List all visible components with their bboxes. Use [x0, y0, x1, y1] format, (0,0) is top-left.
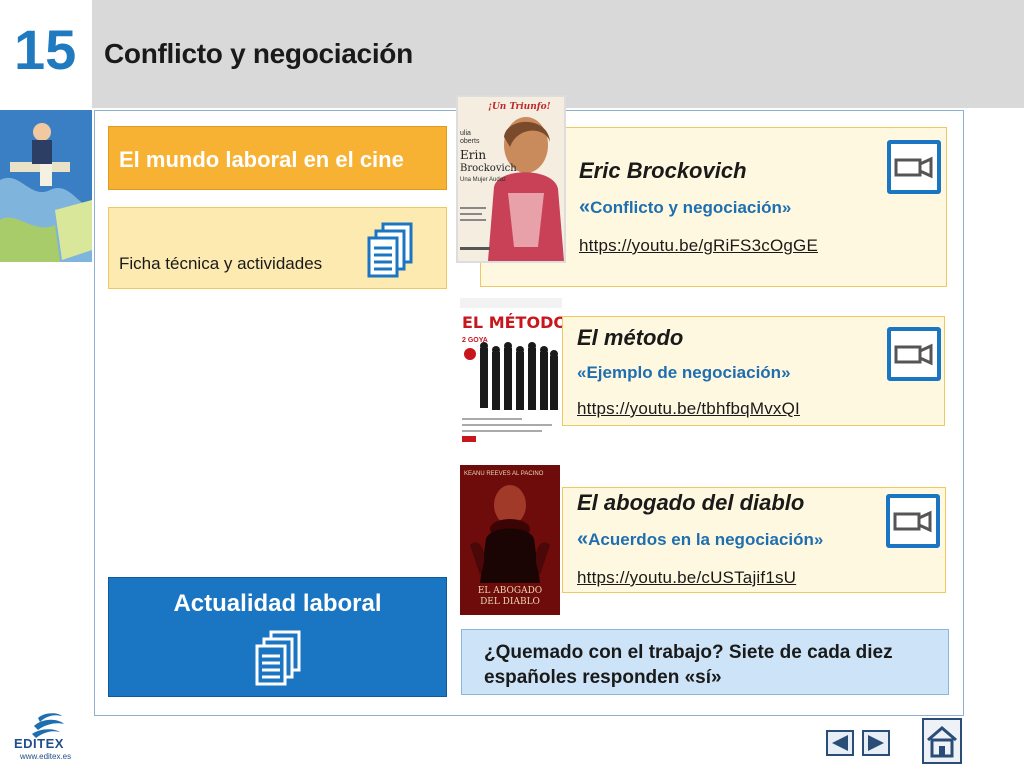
svg-text:¡Un Triunfo!: ¡Un Triunfo!: [488, 102, 551, 112]
actualidad-label: Actualidad laboral: [173, 590, 382, 617]
film-link[interactable]: https://youtu.be/cUSTajif1sU: [577, 568, 796, 588]
unit-number: 15: [14, 18, 77, 81]
video-camera-icon[interactable]: [887, 140, 941, 194]
film-subtitle: «Conflicto y negociación»: [579, 196, 792, 218]
svg-text:KEANU REEVES AL PACINO: KEANU REEVES AL PACINO: [464, 471, 544, 477]
video-camera-icon[interactable]: [887, 327, 941, 381]
svg-text:Erin: Erin: [460, 148, 486, 162]
svg-text:DEL DIABLO: DEL DIABLO: [480, 597, 540, 607]
poster-diablo: KEANU REEVES AL PACINO EL ABOGADO DEL DI…: [460, 465, 560, 615]
film-subtitle: «Acuerdos en la negociación»: [577, 528, 824, 550]
poster-brockovich: ¡Un Triunfo! ulia oberts Erin Brockovich…: [456, 95, 566, 263]
brand-name: EDITEX: [14, 736, 64, 751]
svg-text:EL MÉTODO: EL MÉTODO: [462, 313, 562, 332]
film-title: El método: [577, 325, 684, 350]
cine-banner: El mundo laboral en el cine: [108, 126, 447, 190]
svg-text:ulia: ulia: [460, 130, 471, 137]
home-icon: [927, 726, 957, 758]
ficha-label: Ficha técnica y actividades: [119, 254, 323, 273]
news-headline: ¿Quemado con el trabajo? Siete de cada d…: [484, 642, 893, 688]
film-title: El abogado del diablo: [577, 490, 805, 515]
brand-url[interactable]: www.editex.es: [20, 752, 71, 761]
svg-text:EL ABOGADO: EL ABOGADO: [478, 586, 542, 596]
svg-text:oberts: oberts: [460, 138, 480, 145]
film-card-metodo: El método «Ejemplo de negociación» https…: [562, 316, 945, 426]
film-card-diablo: El abogado del diablo «Acuerdos en la ne…: [562, 487, 946, 593]
documents-icon: [367, 222, 415, 285]
ficha-card[interactable]: Ficha técnica y actividades: [108, 207, 447, 289]
next-button[interactable]: [862, 730, 890, 756]
video-camera-icon[interactable]: [886, 494, 940, 548]
page-title: Conflicto y negociación: [104, 38, 413, 69]
previous-button[interactable]: [826, 730, 854, 756]
arrow-right-icon: [868, 735, 884, 751]
documents-icon: [255, 630, 303, 693]
actualidad-card[interactable]: Actualidad laboral: [108, 577, 447, 697]
svg-text:Brockovich: Brockovich: [460, 163, 517, 174]
svg-text:Una Mujer Audaz: Una Mujer Audaz: [460, 177, 506, 183]
film-subtitle: «Ejemplo de negociación»: [577, 363, 791, 382]
arrow-left-icon: [832, 735, 848, 751]
home-button[interactable]: [922, 718, 962, 764]
news-box[interactable]: ¿Quemado con el trabajo? Siete de cada d…: [461, 629, 949, 695]
film-title: Eric Brockovich: [579, 158, 747, 183]
film-link[interactable]: https://youtu.be/gRiFS3cOgGE: [579, 236, 818, 256]
film-link[interactable]: https://youtu.be/tbhfbqMvxQI: [577, 399, 800, 419]
side-illustration: [0, 110, 92, 262]
poster-metodo: EL MÉTODO 2 GOYA: [460, 298, 562, 446]
